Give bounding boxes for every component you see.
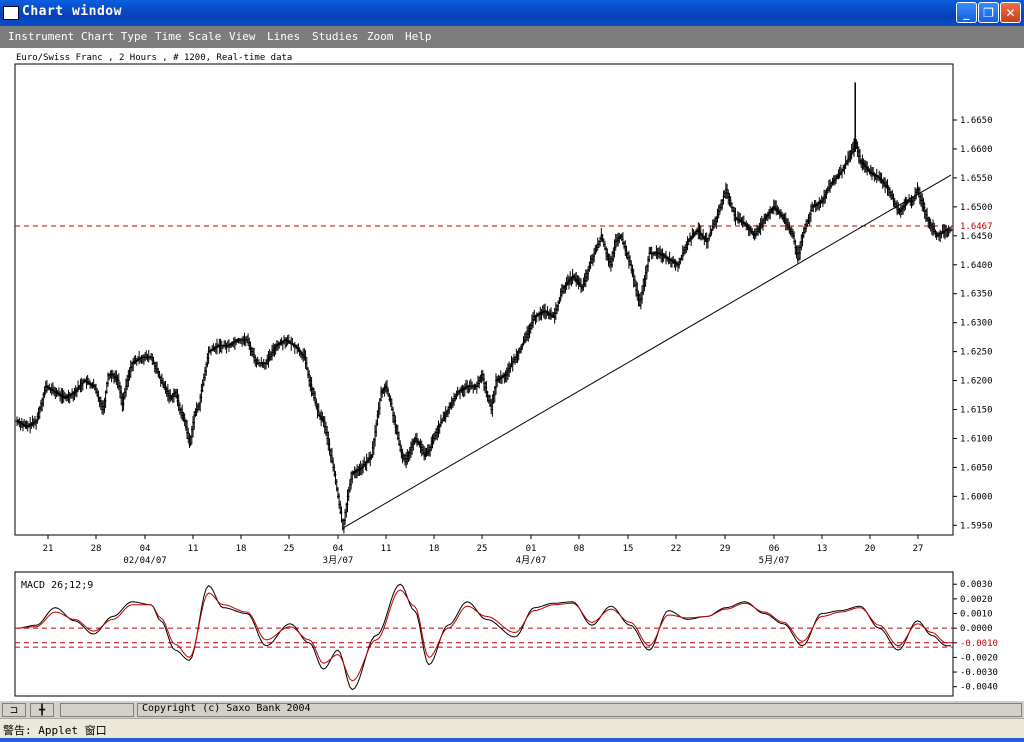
price-tick-label: 1.6600	[960, 145, 993, 155]
window-title: Chart window	[22, 4, 122, 19]
macd-tick-label: -0.0010	[960, 639, 998, 649]
month-label: 02/04/07	[123, 556, 166, 566]
date-axis: 21 28 04 11 18 25 04 11 18 25 01 08 15 22 29 06 13 20 27 02…	[43, 535, 924, 566]
taskbar	[0, 738, 1024, 742]
date-tick-label: 22	[671, 544, 682, 554]
price-tick-label: 1.6150	[960, 406, 993, 416]
macd-tick-label: -0.0020	[960, 653, 998, 663]
title-bar[interactable]: Chart window _ ❐ ✕	[0, 0, 1024, 26]
date-tick-label: 28	[91, 544, 102, 554]
price-tick-label: 1.6000	[960, 492, 993, 502]
date-tick-label: 18	[429, 544, 440, 554]
date-tick-label: 13	[817, 544, 828, 554]
status-field	[60, 703, 134, 717]
applet-warning-bar: 警告: Applet 窗口	[0, 718, 1024, 739]
current-price-label: 1.6467	[960, 222, 993, 232]
price-tick-label: 1.6650	[960, 116, 993, 126]
date-tick-label: 06	[769, 544, 780, 554]
menu-chart-type[interactable]: Chart Type	[81, 30, 147, 43]
chart-area[interactable]: Euro/Swiss Franc , 2 Hours , # 1200, Rea…	[0, 48, 1024, 700]
date-tick-label: 27	[913, 544, 924, 554]
price-tick-label: 1.6050	[960, 463, 993, 473]
macd-tick-label: 0.0000	[960, 624, 993, 634]
menu-time-scale[interactable]: Time Scale	[155, 30, 221, 43]
price-tick-label: 1.6400	[960, 261, 993, 271]
date-tick-label: 04	[140, 544, 151, 554]
date-tick-label: 18	[236, 544, 247, 554]
price-tick-label: 1.6250	[960, 348, 993, 358]
macd-tick-label: 0.0030	[960, 580, 993, 590]
price-tick-label: 1.6500	[960, 203, 993, 213]
macd-panel[interactable]	[14, 571, 954, 697]
date-tick-label: 21	[43, 544, 54, 554]
pin-button[interactable]: ⊐	[2, 703, 26, 717]
price-tick-label: 1.6450	[960, 232, 993, 242]
price-panel[interactable]	[14, 63, 954, 536]
restore-button[interactable]: ❐	[978, 2, 999, 23]
crosshair-button[interactable]: ╋	[30, 703, 54, 717]
chart-canvas[interactable]: Euro/Swiss Franc , 2 Hours , # 1200, Rea…	[0, 48, 1024, 700]
chart-info: Euro/Swiss Franc , 2 Hours , # 1200, Rea…	[16, 53, 292, 63]
menu-instrument[interactable]: Instrument	[8, 30, 74, 43]
date-tick-label: 08	[574, 544, 585, 554]
date-tick-label: 29	[720, 544, 731, 554]
menu-lines[interactable]: Lines	[267, 30, 300, 43]
macd-tick-label: -0.0040	[960, 683, 998, 693]
date-tick-label: 20	[865, 544, 876, 554]
window-icon	[3, 6, 19, 20]
menu-view[interactable]: View	[229, 30, 256, 43]
price-tick-label: 1.6350	[960, 290, 993, 300]
price-axis: 1.6650 1.6600 1.6550 1.6500 1.6450 1.6400 1.63…	[953, 116, 993, 531]
macd-tick-label: -0.0030	[960, 668, 998, 678]
month-label: 3月/07	[323, 555, 354, 566]
copyright-text: Copyright (c) Saxo Bank 2004	[142, 703, 311, 714]
price-tick-label: 1.6100	[960, 434, 993, 444]
price-tick-label: 1.5950	[960, 521, 993, 531]
price-tick-label: 1.6200	[960, 377, 993, 387]
date-tick-label: 25	[477, 544, 488, 554]
month-label: 5月/07	[759, 555, 790, 566]
date-tick-label: 11	[188, 544, 199, 554]
close-button[interactable]: ✕	[1000, 2, 1021, 23]
menu-bar: Instrument Chart Type Time Scale View Li…	[0, 26, 1024, 48]
macd-label: MACD 26;12;9	[21, 580, 93, 591]
date-tick-label: 15	[623, 544, 634, 554]
menu-studies[interactable]: Studies	[312, 30, 358, 43]
month-label: 4月/07	[516, 555, 547, 566]
date-tick-label: 04	[333, 544, 344, 554]
macd-axis: 0.0030 0.0020 0.0010 0.0000 -0.0010 -0.0020 -0…	[953, 580, 998, 693]
macd-tick-label: 0.0010	[960, 610, 993, 620]
price-tick-label: 1.6550	[960, 174, 993, 184]
menu-help[interactable]: Help	[405, 30, 432, 43]
applet-warning-text: 警告: Applet 窗口	[3, 724, 107, 737]
date-tick-label: 25	[284, 544, 295, 554]
menu-zoom[interactable]: Zoom	[367, 30, 394, 43]
macd-tick-label: 0.0020	[960, 595, 993, 605]
date-tick-label: 01	[526, 544, 537, 554]
price-tick-label: 1.6300	[960, 319, 993, 329]
date-tick-label: 11	[381, 544, 392, 554]
minimize-button[interactable]: _	[956, 2, 977, 23]
